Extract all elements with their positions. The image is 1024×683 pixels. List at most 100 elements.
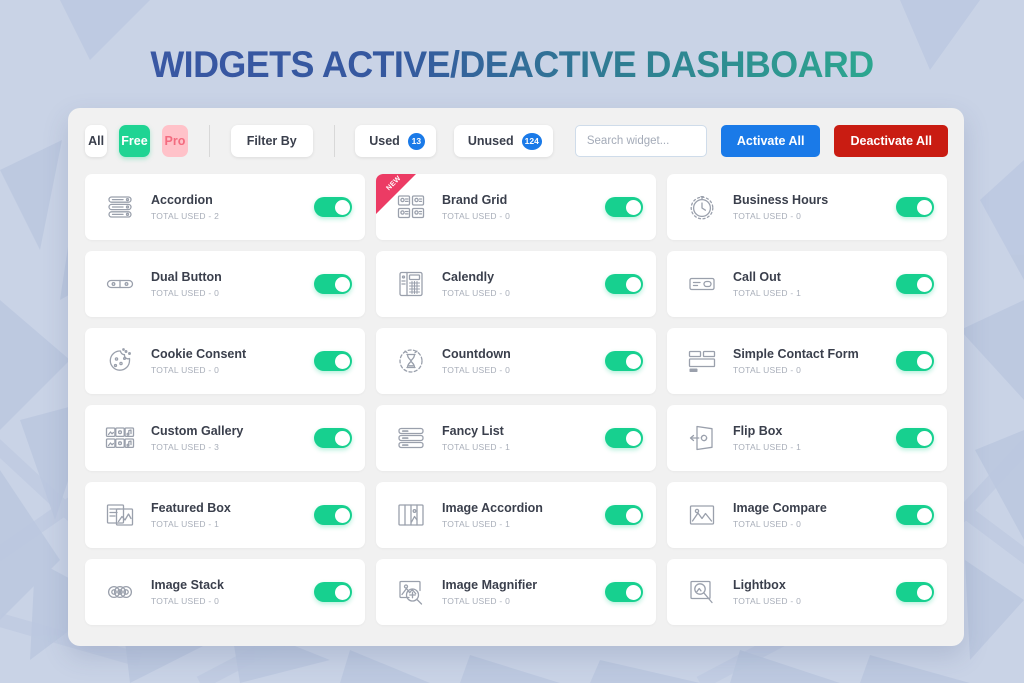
featured-box-icon [102,497,138,533]
widget-toggle[interactable] [605,274,643,294]
filter-pro-button[interactable]: Pro [161,125,189,157]
search-input[interactable] [574,125,707,157]
flip-box-icon [684,420,720,456]
widget-total-used: TOTAL USED - 2 [151,211,220,222]
widget-total-used: TOTAL USED - 0 [442,596,511,607]
widget-text: Featured Box TOTAL USED - 1 [151,501,314,530]
widget-total-used: TOTAL USED - 0 [151,365,220,376]
brand-grid-icon [393,189,429,225]
widget-toggle[interactable] [314,428,352,448]
widget-name: Brand Grid [442,192,508,207]
widget-card: Featured Box TOTAL USED - 1 [85,482,365,548]
widget-card: Image Compare TOTAL USED - 0 [667,482,947,548]
widget-card: Image Accordion TOTAL USED - 1 [376,482,656,548]
widget-total-used: TOTAL USED - 1 [442,519,511,530]
widget-toggle[interactable] [314,274,352,294]
widget-name: Image Stack [151,577,224,592]
widget-card: Image Magnifier TOTAL USED - 0 [376,559,656,625]
widget-name: Accordion [151,192,213,207]
widget-text: Image Stack TOTAL USED - 0 [151,578,314,607]
widget-text: Image Magnifier TOTAL USED - 0 [442,578,605,607]
call-out-icon [684,266,720,302]
widget-name: Flip Box [733,423,783,438]
widget-total-used: TOTAL USED - 0 [442,365,511,376]
widget-toggle[interactable] [896,505,934,525]
widget-text: Calendly TOTAL USED - 0 [442,270,605,299]
toolbar: All Free Pro Filter By Used 13 Unused 12… [68,108,964,174]
widget-text: Lightbox TOTAL USED - 0 [733,578,896,607]
used-label: Used [369,134,400,148]
dashboard-panel: All Free Pro Filter By Used 13 Unused 12… [68,108,964,646]
widget-toggle[interactable] [896,274,934,294]
widget-toggle[interactable] [605,428,643,448]
widget-name: Featured Box [151,500,231,515]
widget-card: Image Stack TOTAL USED - 0 [85,559,365,625]
widget-card: NEW Brand Grid TOTAL USED - 0 [376,174,656,240]
cookie-consent-icon [102,343,138,379]
unused-count-badge: 124 [521,132,542,150]
widget-toggle[interactable] [314,505,352,525]
widget-card: Cookie Consent TOTAL USED - 0 [85,328,365,394]
widget-total-used: TOTAL USED - 1 [733,288,802,299]
lightbox-icon [684,574,720,610]
widget-text: Business Hours TOTAL USED - 0 [733,193,896,222]
filter-by-button[interactable]: Filter By [230,125,313,157]
widget-text: Image Compare TOTAL USED - 0 [733,501,896,530]
widget-toggle[interactable] [314,197,352,217]
widget-toggle[interactable] [605,505,643,525]
widget-card: Countdown TOTAL USED - 0 [376,328,656,394]
image-accordion-icon [393,497,429,533]
widget-card: Call Out TOTAL USED - 1 [667,251,947,317]
widget-name: Custom Gallery [151,423,244,438]
activate-all-button[interactable]: Activate All [720,125,821,157]
widget-card: Lightbox TOTAL USED - 0 [667,559,947,625]
widget-card: Business Hours TOTAL USED - 0 [667,174,947,240]
image-stack-icon [102,574,138,610]
unused-filter-button[interactable]: Unused 124 [453,125,553,157]
widget-total-used: TOTAL USED - 0 [442,211,511,222]
countdown-icon [393,343,429,379]
widget-total-used: TOTAL USED - 0 [151,596,220,607]
widget-card: Flip Box TOTAL USED - 1 [667,405,947,471]
widget-toggle[interactable] [314,582,352,602]
widget-name: Image Magnifier [442,577,538,592]
widget-toggle[interactable] [896,351,934,371]
widget-total-used: TOTAL USED - 1 [151,519,220,530]
widget-text: Accordion TOTAL USED - 2 [151,193,314,222]
widget-name: Image Compare [733,500,827,515]
widget-card: Custom Gallery TOTAL USED - 3 [85,405,365,471]
toolbar-divider-2 [333,125,335,157]
widget-card: Calendly TOTAL USED - 0 [376,251,656,317]
widget-toggle[interactable] [896,197,934,217]
widget-toggle[interactable] [605,351,643,371]
filter-free-button[interactable]: Free [119,125,150,157]
widget-total-used: TOTAL USED - 0 [733,519,802,530]
contact-form-icon [684,343,720,379]
widget-name: Lightbox [733,577,786,592]
widget-card: Accordion TOTAL USED - 2 [85,174,365,240]
calendly-icon [393,266,429,302]
widget-total-used: TOTAL USED - 1 [442,442,511,453]
widget-text: Fancy List TOTAL USED - 1 [442,424,605,453]
widget-card: Dual Button TOTAL USED - 0 [85,251,365,317]
fancy-list-icon [393,420,429,456]
widget-toggle[interactable] [896,582,934,602]
toolbar-divider-1 [209,125,210,157]
widget-card: Simple Contact Form TOTAL USED - 0 [667,328,947,394]
deactivate-all-button[interactable]: Deactivate All [834,125,949,157]
widget-text: Countdown TOTAL USED - 0 [442,347,605,376]
filter-all-button[interactable]: All [85,125,108,157]
widget-toggle[interactable] [605,197,643,217]
widget-total-used: TOTAL USED - 1 [733,442,802,453]
widget-total-used: TOTAL USED - 0 [733,596,802,607]
used-count-badge: 13 [407,132,425,150]
widget-toggle[interactable] [605,582,643,602]
widget-name: Simple Contact Form [733,346,859,361]
widget-toggle[interactable] [314,351,352,371]
widget-text: Dual Button TOTAL USED - 0 [151,270,314,299]
widget-name: Image Accordion [442,500,543,515]
widget-text: Call Out TOTAL USED - 1 [733,270,896,299]
used-filter-button[interactable]: Used 13 [355,125,436,157]
widget-total-used: TOTAL USED - 0 [151,288,220,299]
widget-toggle[interactable] [896,428,934,448]
